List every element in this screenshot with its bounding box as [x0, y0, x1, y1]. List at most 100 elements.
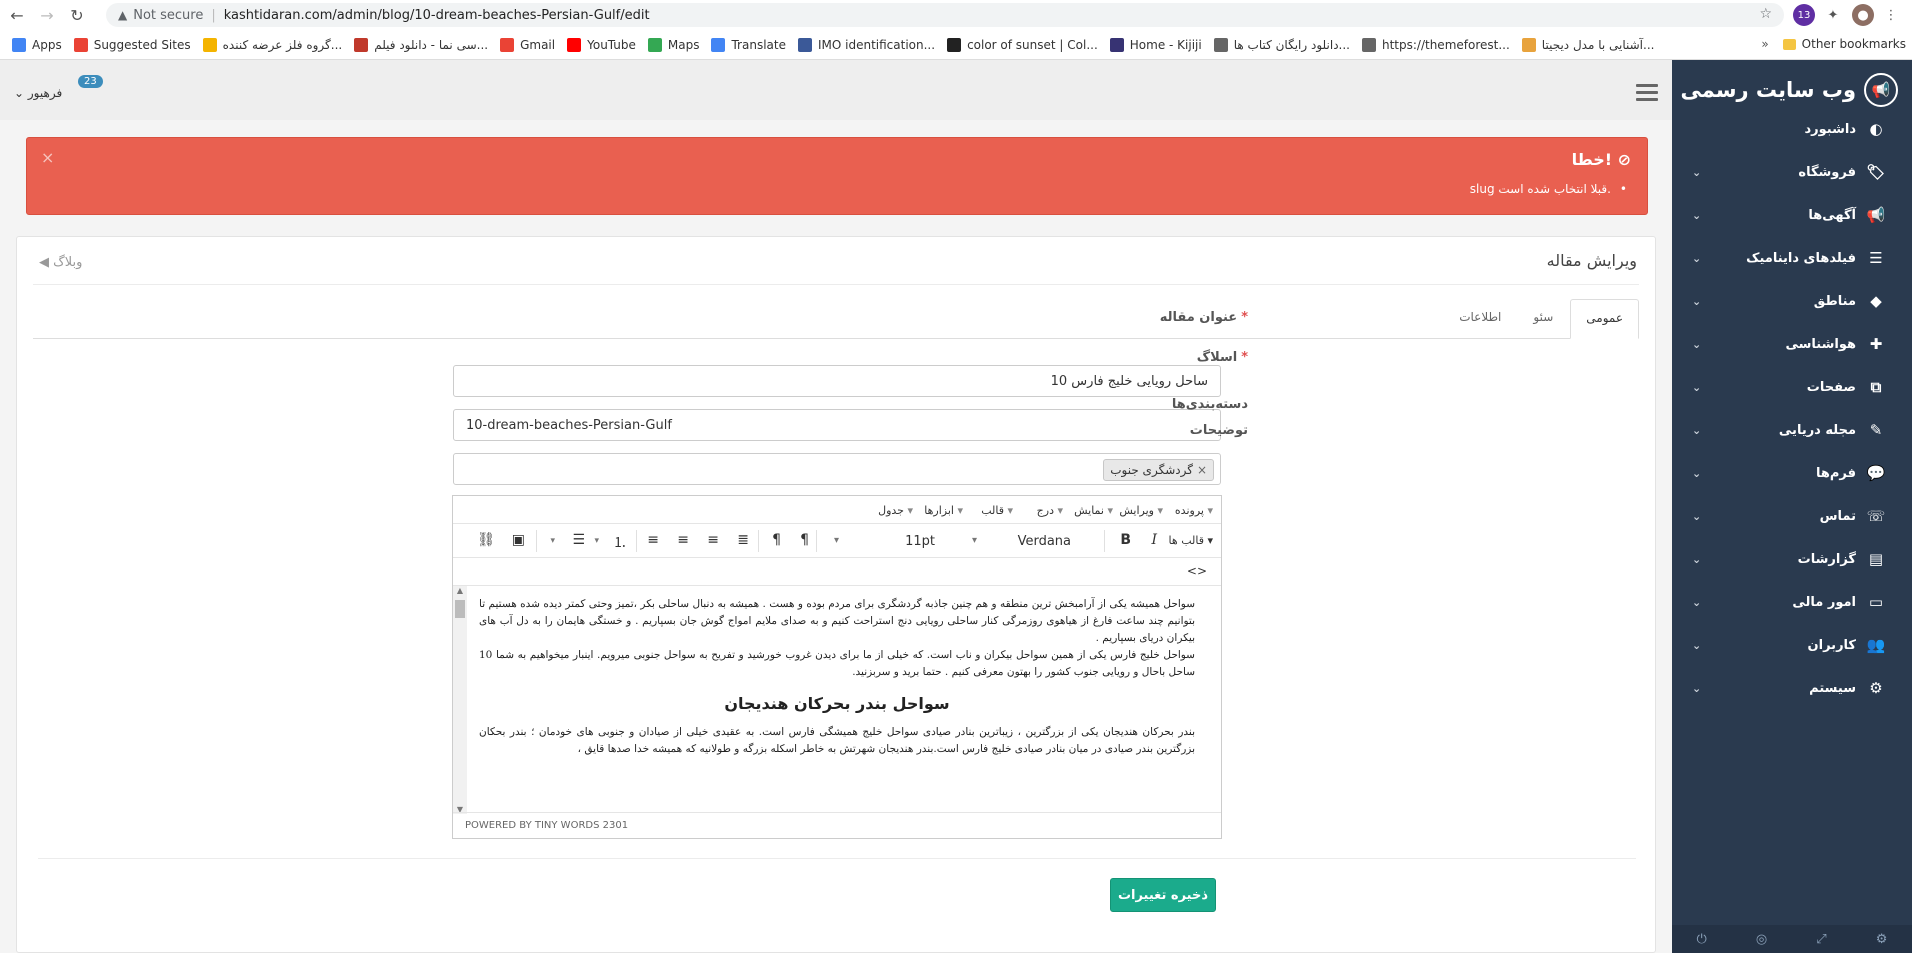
- sidebar-item[interactable]: ⌄ مناطق ◆: [1672, 283, 1912, 319]
- link-icon[interactable]: ⛓: [477, 532, 495, 548]
- numbered-list-icon[interactable]: ⒈: [613, 532, 627, 552]
- formats-dropdown[interactable]: قالب ها ▾: [1169, 534, 1213, 547]
- slug-input[interactable]: 10-dream-beaches-Persian-Gulf: [453, 409, 1221, 441]
- sidebar-item[interactable]: داشبورد ◐: [1672, 111, 1912, 147]
- bookmark-item[interactable]: YouTube: [567, 37, 636, 52]
- bookmark-item[interactable]: گروه فلز عرضه کننده...: [202, 37, 343, 52]
- chevron-down-icon[interactable]: ▾: [834, 535, 839, 546]
- ltr-icon[interactable]: ¶: [772, 532, 781, 548]
- puzzle-icon[interactable]: ✦: [1822, 4, 1844, 26]
- bookmark-item[interactable]: Apps: [12, 37, 62, 52]
- editor-content[interactable]: سواحل همیشه یکی از آرامبخش ترین منطقه و …: [453, 586, 1221, 814]
- align-right-icon[interactable]: ≡: [707, 532, 719, 548]
- sidebar-item[interactable]: ⌄ سیستم ⚙: [1672, 670, 1912, 706]
- back-link[interactable]: ◀ وبلاگ: [39, 255, 82, 270]
- categories-select[interactable]: گردشگری جنوب ×: [453, 453, 1221, 485]
- category-tag[interactable]: گردشگری جنوب ×: [1103, 459, 1214, 481]
- bookmark-item[interactable]: IMO identification...: [797, 37, 935, 52]
- bookmark-item[interactable]: Suggested Sites: [73, 37, 191, 52]
- power-icon[interactable]: ⏻: [1697, 932, 1707, 947]
- bookmark-item[interactable]: دانلود رایگان کتاب ها...: [1213, 37, 1350, 52]
- tab-seo[interactable]: سئو: [1518, 299, 1568, 339]
- editor-menu-item[interactable]: جدول ▾: [878, 504, 913, 517]
- font-family-select[interactable]: Verdana: [1018, 534, 1071, 549]
- tabs-divider: [33, 338, 1639, 339]
- chevron-down-icon: ⌄: [1692, 466, 1702, 480]
- sidebar-item[interactable]: ⌄ فروشگاه 🏷: [1672, 154, 1912, 190]
- bullet-list-icon[interactable]: ☰: [572, 532, 585, 548]
- editor-menu-item[interactable]: ویرایش ▾: [1119, 504, 1163, 517]
- italic-icon[interactable]: I: [1151, 532, 1157, 548]
- user-menu[interactable]: ⌄ فرهیور: [14, 86, 62, 100]
- eye-icon[interactable]: ◎: [1756, 932, 1767, 947]
- bookmark-label: گروه فلز عرضه کننده...: [222, 37, 343, 52]
- bookmark-item[interactable]: color of sunset | Col...: [947, 37, 1098, 52]
- sidebar-item[interactable]: ⌄ فیلدهای داینامیک ☰: [1672, 240, 1912, 276]
- profile-avatar-icon[interactable]: ●: [1852, 4, 1874, 26]
- tab-info[interactable]: اطلاعات: [1444, 299, 1516, 339]
- editor-menu-item[interactable]: ابزارها ▾: [924, 504, 963, 517]
- more-bookmarks-icon[interactable]: »: [1761, 37, 1768, 51]
- back-icon[interactable]: ←: [4, 2, 30, 28]
- chevron-down-icon: ▾: [953, 504, 963, 517]
- sidebar-item[interactable]: ⌄ مجله دریایی ✎: [1672, 412, 1912, 448]
- align-left-icon[interactable]: ≡: [647, 532, 659, 548]
- hamburger-icon[interactable]: [1636, 84, 1658, 102]
- form-divider: [38, 858, 1636, 859]
- editor-menu-item[interactable]: قالب ▾: [981, 504, 1013, 517]
- fullscreen-icon[interactable]: ⤢: [1816, 932, 1826, 947]
- bookmark-item[interactable]: Maps: [647, 37, 699, 52]
- source-code-icon[interactable]: <>: [1187, 564, 1207, 578]
- formats-label: قالب ها: [1168, 534, 1204, 547]
- editor-menu-item[interactable]: نمایش ▾: [1074, 504, 1113, 517]
- align-center-icon[interactable]: ≡: [677, 532, 689, 548]
- editor-menu-item[interactable]: پرونده ▾: [1175, 504, 1213, 517]
- chevron-down-icon[interactable]: ▾: [550, 536, 555, 546]
- sidebar-item[interactable]: ⌄ گزارشات ▤: [1672, 541, 1912, 577]
- settings-icon[interactable]: ⚙: [1876, 932, 1888, 947]
- other-bookmarks[interactable]: Other bookmarks: [1802, 37, 1906, 51]
- sidebar-item[interactable]: ⌄ صفحات ⧉: [1672, 369, 1912, 405]
- align-justify-icon[interactable]: ≣: [737, 532, 749, 548]
- save-button[interactable]: ذخیره تغییرات: [1110, 878, 1216, 912]
- rtl-icon[interactable]: ¶: [800, 532, 809, 548]
- sidebar-item[interactable]: ⌄ امور مالی ▭: [1672, 584, 1912, 620]
- font-size-select[interactable]: 11pt: [905, 534, 935, 549]
- brand-title: وب سایت رسمی: [1680, 78, 1857, 102]
- sidebar-item[interactable]: ⌄ فرم‌ها 💬: [1672, 455, 1912, 491]
- remove-tag-icon[interactable]: ×: [1197, 463, 1207, 477]
- extension-badge-icon[interactable]: 13: [1793, 4, 1815, 26]
- sidebar-item-label: آگهی‌ها: [1808, 207, 1856, 223]
- chevron-down-icon[interactable]: ▾: [972, 535, 977, 546]
- bookmark-item[interactable]: آشنایی با مدل دیجیتا...: [1521, 37, 1654, 52]
- bookmark-favicon-icon: [1213, 37, 1228, 52]
- forward-icon[interactable]: →: [34, 2, 60, 28]
- bookmark-label: Gmail: [520, 37, 556, 52]
- image-icon[interactable]: ▣: [512, 532, 525, 548]
- bookmark-item[interactable]: Home - Kijiji: [1109, 37, 1202, 52]
- alert-close-icon[interactable]: ×: [41, 148, 54, 167]
- notification-badge[interactable]: 23: [78, 75, 103, 88]
- sidebar-item[interactable]: ⌄ هواشناسی ✚: [1672, 326, 1912, 362]
- bookmark-star-icon[interactable]: ☆: [1759, 6, 1772, 22]
- reload-icon[interactable]: ↻: [64, 2, 90, 28]
- bold-icon[interactable]: B: [1120, 532, 1131, 548]
- browser-menu-icon[interactable]: ⋮: [1880, 4, 1902, 26]
- editor-menu-label: ویرایش: [1119, 504, 1154, 517]
- editor-toolbar-row: <>: [453, 558, 1221, 586]
- bookmark-item[interactable]: سی نما - دانلود فیلم...: [354, 37, 488, 52]
- tab-general[interactable]: عمومی: [1570, 299, 1639, 339]
- sidebar-item[interactable]: ⌄ تماس ☏: [1672, 498, 1912, 534]
- chevron-down-icon[interactable]: ▾: [594, 536, 599, 546]
- bookmark-item[interactable]: Gmail: [500, 37, 556, 52]
- address-bar[interactable]: ▲ Not secure | kashtidaran.com/admin/blo…: [106, 3, 1784, 27]
- sidebar-item[interactable]: ⌄ آگهی‌ها 📢: [1672, 197, 1912, 233]
- font-family-value: Verdana: [1017, 534, 1071, 549]
- title-input[interactable]: 10 ساحل رویایی خلیج فارس: [453, 365, 1221, 397]
- bookmark-item[interactable]: Translate: [711, 37, 786, 52]
- sidebar-item[interactable]: ⌄ کاربران 👥: [1672, 627, 1912, 663]
- bookmark-label: دانلود رایگان کتاب ها...: [1233, 37, 1350, 52]
- bookmark-item[interactable]: https://themeforest...: [1361, 37, 1510, 52]
- bookmark-label: Suggested Sites: [93, 37, 191, 52]
- editor-menu-item[interactable]: درج ▾: [1037, 504, 1063, 517]
